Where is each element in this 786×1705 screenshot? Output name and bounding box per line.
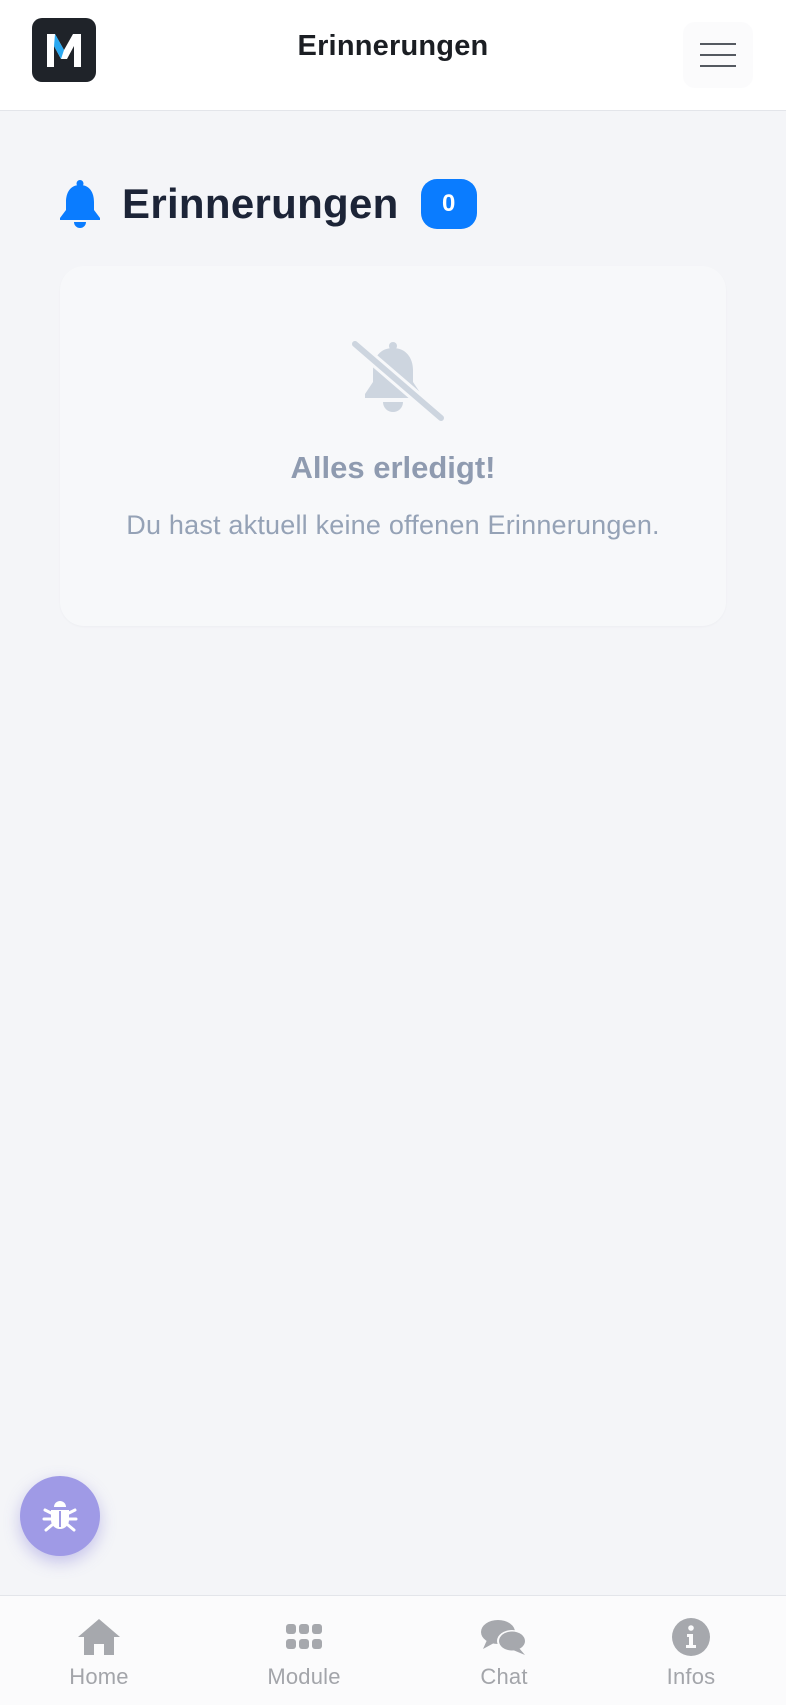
bell-slash-icon	[349, 338, 445, 424]
nav-home[interactable]: Home	[19, 1596, 179, 1705]
info-circle-icon	[671, 1616, 711, 1658]
nav-home-label: Home	[69, 1664, 129, 1689]
bug-report-button[interactable]	[20, 1476, 100, 1556]
header-title: Erinnerungen	[297, 30, 489, 62]
nav-module-label: Module	[267, 1664, 341, 1689]
nav-chat-label: Chat	[480, 1664, 528, 1689]
empty-state-card: Alles erledigt! Du hast aktuell keine of…	[60, 266, 726, 626]
home-icon	[76, 1616, 122, 1658]
top-app-bar: Erinnerungen	[0, 0, 786, 111]
bell-icon	[58, 178, 104, 230]
nav-infos[interactable]: Infos	[611, 1596, 771, 1705]
hamburger-menu-icon	[700, 34, 736, 76]
page-heading: Erinnerungen 0	[58, 176, 477, 232]
nav-infos-label: Infos	[666, 1664, 716, 1689]
empty-state-title: Alles erledigt!	[290, 450, 496, 485]
bottom-navigation: Home Module Chat Infos	[0, 1595, 786, 1705]
chat-bubbles-icon	[479, 1616, 529, 1658]
reminder-count-badge: 0	[420, 179, 477, 229]
bug-icon	[42, 1501, 78, 1532]
nav-module[interactable]: Module	[224, 1596, 384, 1705]
menu-button[interactable]	[683, 22, 753, 88]
page-title: Erinnerungen	[122, 180, 399, 227]
empty-state-message: Du hast aktuell keine offenen Erinnerung…	[126, 510, 660, 540]
nav-chat[interactable]: Chat	[424, 1596, 584, 1705]
grid-icon	[284, 1616, 324, 1658]
